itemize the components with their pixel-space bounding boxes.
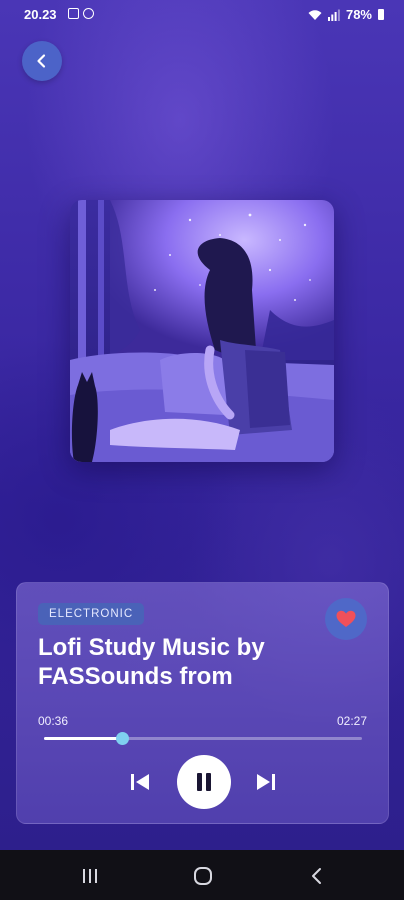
skip-next-icon <box>257 774 275 790</box>
progress-thumb[interactable] <box>115 732 129 745</box>
status-notification-icons <box>68 8 94 19</box>
heart-icon <box>336 610 356 627</box>
chevron-left-icon <box>37 54 46 68</box>
player-card: ELECTRONIC Lofi Study Music by FASSounds… <box>16 582 389 824</box>
home-button[interactable] <box>192 865 214 887</box>
home-icon <box>194 867 212 885</box>
wifi-icon <box>308 9 322 20</box>
vpn-icon <box>83 8 94 19</box>
status-bar: 20.23 78% <box>0 0 404 30</box>
pause-button[interactable] <box>177 755 231 809</box>
status-right: 78% <box>308 7 384 22</box>
nav-back-button[interactable] <box>308 865 326 887</box>
recent-apps-icon <box>83 869 97 883</box>
gallery-icon <box>68 8 79 19</box>
track-title: Lofi Study Music by FASSounds from <box>38 634 265 690</box>
total-time: 02:27 <box>336 714 367 728</box>
album-art-image <box>70 200 334 462</box>
previous-button[interactable] <box>127 769 153 795</box>
back-icon <box>312 868 321 884</box>
genre-badge: ELECTRONIC <box>38 603 145 625</box>
album-artwork <box>70 200 334 462</box>
pause-icon <box>197 773 211 791</box>
battery-icon <box>378 9 384 20</box>
back-button[interactable] <box>22 41 62 81</box>
next-button[interactable] <box>253 769 279 795</box>
battery-percent: 78% <box>345 7 372 22</box>
system-nav-bar <box>0 850 404 900</box>
progress-fill <box>44 737 122 740</box>
signal-icon <box>327 9 340 21</box>
status-time: 20.23 <box>24 7 57 22</box>
current-time: 00:36 <box>38 714 69 728</box>
progress-slider[interactable] <box>44 732 362 745</box>
recent-apps-button[interactable] <box>80 865 100 887</box>
skip-previous-icon <box>131 774 149 790</box>
